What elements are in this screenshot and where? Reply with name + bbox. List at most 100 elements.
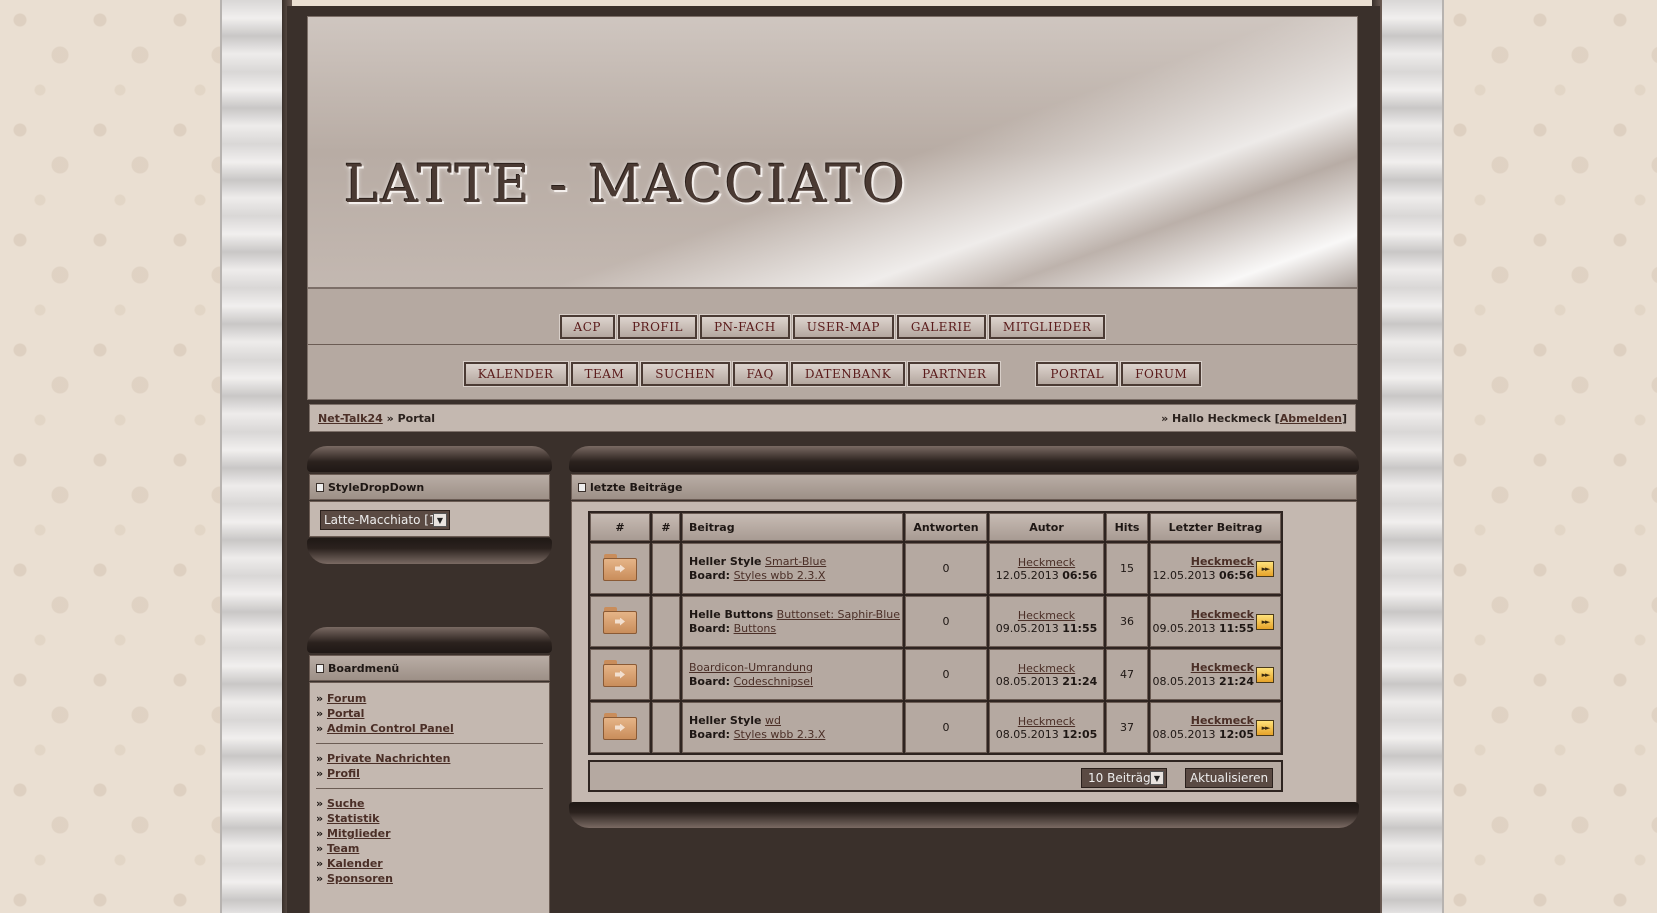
style-box-body: Latte-Macchiato [1] ▼ (309, 501, 550, 537)
menu-item-mitglieder: » Mitglieder (316, 826, 543, 841)
nav-button-user-map[interactable]: USER-MAP (791, 314, 895, 340)
col-header-last-post: Letzter Beitrag (1150, 513, 1281, 541)
nav-button-forum[interactable]: FORUM (1120, 361, 1203, 387)
main-navigation: ACP PROFIL PN-FACH USER-MAP GALERIE MITGLIEDE… (307, 288, 1358, 400)
nav-button-profil[interactable]: PROFIL (616, 314, 698, 340)
col-header-topic: Beitrag (682, 513, 903, 541)
goto-last-post-icon[interactable]: ►► (1256, 613, 1274, 630)
latest-posts-rows: Heller Style Smart-Blue Board: Styles wbb… (590, 543, 1281, 753)
status-cell (590, 702, 650, 753)
col-header-icon: # (652, 513, 680, 541)
menu-item-kalender: » Kalender (316, 856, 543, 871)
goto-last-post-icon[interactable]: ►► (1256, 666, 1274, 683)
style-dropdown[interactable]: Latte-Macchiato [1] ▼ (320, 510, 450, 530)
last-post-user-link[interactable]: Heckmeck (1191, 661, 1254, 674)
menu-bullet: » (316, 707, 324, 720)
board-link[interactable]: Styles wbb 2.3.X (734, 569, 826, 582)
nav-button-suchen[interactable]: SUCHEN (640, 361, 731, 387)
author-link[interactable]: Heckmeck (1018, 609, 1075, 622)
nav-button-kalender[interactable]: KALENDER (462, 361, 569, 387)
menu-link-team[interactable]: Team (327, 842, 359, 855)
menu-link-portal[interactable]: Portal (327, 707, 365, 720)
nav-button-acp[interactable]: ACP (558, 314, 616, 340)
last-post-user-link[interactable]: Heckmeck (1191, 555, 1254, 568)
author-line: Heckmeck (990, 609, 1103, 622)
author-line: Heckmeck (990, 715, 1103, 728)
menu-link-profil[interactable]: Profil (327, 767, 360, 780)
last-post-cell: Heckmeck 08.05.2013 21:24 ►► (1150, 649, 1281, 700)
last-date-line: 08.05.2013 12:05 (1153, 728, 1255, 742)
goto-last-post-icon[interactable]: ►► (1256, 719, 1274, 736)
posts-box-top-cap (569, 446, 1359, 472)
nav-button-team[interactable]: TEAM (569, 361, 640, 387)
board-menu-top-cap (307, 627, 552, 653)
folder-icon[interactable] (603, 659, 637, 687)
last-post-user-link[interactable]: Heckmeck (1191, 608, 1254, 621)
author-date-line: 09.05.2013 11:55 (990, 622, 1103, 635)
logout-link[interactable]: Abmelden (1280, 412, 1342, 425)
nav-button-datenbank[interactable]: DATENBANK (789, 361, 907, 387)
menu-link-statistik[interactable]: Statistik (327, 812, 380, 825)
topic-link[interactable]: Boardicon-Umrandung (689, 661, 813, 674)
menu-link-suche[interactable]: Suche (327, 797, 365, 810)
breadcrumb-home-link[interactable]: Net-Talk24 (318, 412, 383, 425)
topic-link[interactable]: wd (765, 714, 781, 727)
menu-link-kalender[interactable]: Kalender (327, 857, 383, 870)
menu-link-mitglieder[interactable]: Mitglieder (327, 827, 391, 840)
nav-button-faq[interactable]: FAQ (731, 361, 789, 387)
nav-button-pn-fach[interactable]: PN-FACH (698, 314, 791, 340)
breadcrumb-separator: » (386, 411, 394, 425)
style-box-header: StyleDropDown (309, 474, 550, 500)
folder-icon[interactable] (603, 553, 637, 581)
menu-bullet: » (316, 722, 324, 735)
menu-link-forum[interactable]: Forum (327, 692, 366, 705)
board-link[interactable]: Styles wbb 2.3.X (734, 728, 826, 741)
nav-button-portal[interactable]: PORTAL (1035, 361, 1120, 387)
folder-icon[interactable] (603, 606, 637, 634)
menu-item-team: » Team (316, 841, 543, 856)
status-cell (590, 649, 650, 700)
author-date-line: 08.05.2013 21:24 (990, 675, 1103, 688)
menu-separator (316, 788, 543, 789)
author-link[interactable]: Heckmeck (1018, 556, 1075, 569)
author-link[interactable]: Heckmeck (1018, 715, 1075, 728)
style-box-title: StyleDropDown (328, 480, 425, 494)
site-logo[interactable]: LATTE - MACCIATO (344, 155, 907, 215)
table-row: Boardicon-Umrandung Board: Codeschnipsel 0… (590, 649, 1281, 700)
last-post-date: 12.05.2013 (1152, 568, 1216, 582)
menu-item-admin-control-panel: » Admin Control Panel (316, 721, 543, 736)
last-post-time: 21:24 (1218, 674, 1254, 688)
topic-cell: Heller Style wd Board: Styles wbb 2.3.X (682, 702, 903, 753)
board-label: Board: (689, 568, 731, 582)
author-date-line: 12.05.2013 06:56 (990, 569, 1103, 582)
menu-link-admin-control-panel[interactable]: Admin Control Panel (327, 722, 454, 735)
author-link[interactable]: Heckmeck (1018, 662, 1075, 675)
menu-link-sponsoren[interactable]: Sponsoren (327, 872, 393, 885)
refresh-button[interactable]: Aktualisieren (1185, 768, 1273, 788)
goto-last-post-icon[interactable]: ►► (1256, 560, 1274, 577)
nav-button-galerie[interactable]: GALERIE (895, 314, 987, 340)
menu-link-private-nachrichten[interactable]: Private Nachrichten (327, 752, 450, 765)
topic-cell: Helle Buttons Buttonset: Saphir-Blue Boar… (682, 596, 903, 647)
post-count-select[interactable]: 10 Beiträge ▼ (1081, 768, 1167, 788)
topic-link[interactable]: Smart-Blue (765, 555, 826, 568)
nav-button-mitglieder[interactable]: MITGLIEDER (987, 314, 1107, 340)
last-post-text: Heckmeck 08.05.2013 21:24 (1153, 661, 1255, 689)
board-link[interactable]: Buttons (734, 622, 777, 635)
folder-icon[interactable] (603, 712, 637, 740)
last-post-user-link[interactable]: Heckmeck (1191, 714, 1254, 727)
post-time: 12:05 (1062, 727, 1098, 741)
last-post-wrap: Heckmeck 12.05.2013 06:56 ►► (1151, 555, 1274, 583)
replies-cell: 0 (905, 649, 987, 700)
board-link[interactable]: Codeschnipsel (734, 675, 813, 688)
nav-button-partner[interactable]: PARTNER (907, 361, 1002, 387)
box-header-icon (578, 482, 586, 492)
topic-link[interactable]: Buttonset: Saphir-Blue (777, 608, 900, 621)
menu-item-portal: » Portal (316, 706, 543, 721)
last-user-line: Heckmeck (1153, 555, 1254, 569)
col-header-status: # (590, 513, 650, 541)
right-decorative-border (1372, 0, 1444, 913)
last-post-text: Heckmeck 09.05.2013 11:55 (1153, 608, 1255, 636)
post-time: 11:55 (1062, 621, 1098, 635)
menu-bullet: » (316, 692, 324, 705)
